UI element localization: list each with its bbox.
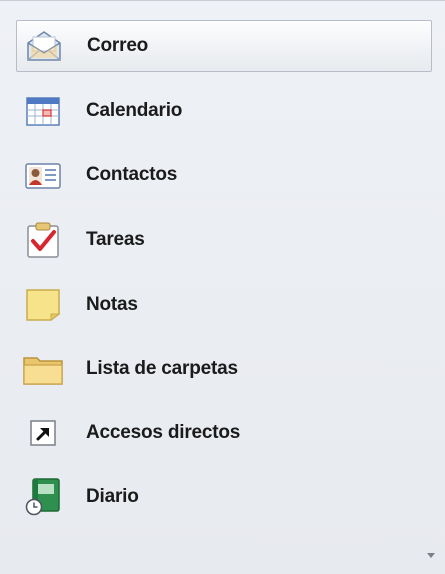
nav-item-label: Notas	[86, 294, 138, 315]
nav-item-shortcuts[interactable]: Accesos directos	[16, 407, 432, 459]
shortcut-arrow-icon	[22, 412, 64, 454]
nav-item-notes[interactable]: Notas	[16, 279, 432, 331]
nav-item-mail[interactable]: Correo	[16, 20, 432, 72]
nav-item-label: Correo	[87, 35, 149, 56]
nav-item-calendar[interactable]: Calendario	[16, 85, 432, 137]
calendar-icon	[22, 90, 64, 132]
nav-item-label: Lista de carpetas	[86, 358, 238, 379]
sticky-note-icon	[22, 284, 64, 326]
nav-item-folder-list[interactable]: Lista de carpetas	[16, 343, 432, 395]
nav-item-label: Tareas	[86, 229, 145, 250]
nav-item-tasks[interactable]: Tareas	[16, 214, 432, 266]
nav-item-contacts[interactable]: Contactos	[16, 149, 432, 201]
scroll-down-icon[interactable]	[427, 553, 435, 558]
folder-icon	[22, 348, 64, 390]
nav-item-label: Contactos	[86, 164, 178, 185]
nav-item-label: Calendario	[86, 100, 183, 121]
nav-item-label: Accesos directos	[86, 422, 241, 443]
task-clipboard-icon	[22, 219, 64, 261]
nav-item-journal[interactable]: Diario	[16, 471, 432, 523]
mail-envelope-icon	[23, 25, 65, 67]
navigation-pane: Correo Calendario Contactos Tareas Notas…	[0, 0, 445, 574]
contact-card-icon	[22, 154, 64, 196]
journal-clock-icon	[22, 476, 64, 518]
nav-item-label: Diario	[86, 486, 139, 507]
